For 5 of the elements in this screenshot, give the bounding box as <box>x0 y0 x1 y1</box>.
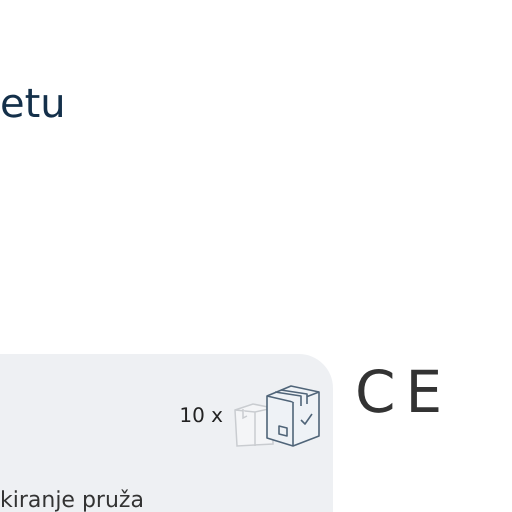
quantity-label: 10 x <box>179 403 223 427</box>
ce-mark: CE <box>355 362 452 422</box>
page-heading: etu <box>0 80 67 128</box>
card-text: kiranje pruža <box>0 488 145 512</box>
boxes-icon <box>231 382 323 448</box>
